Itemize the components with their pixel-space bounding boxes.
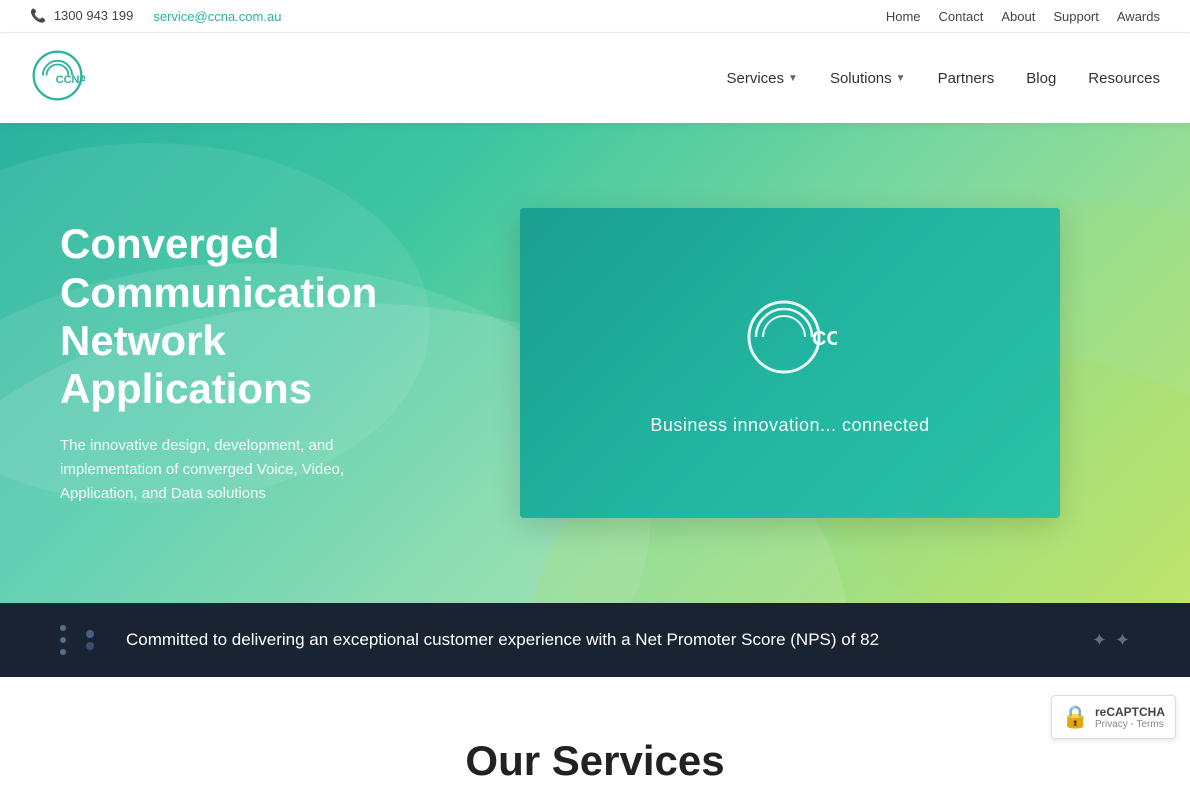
hero-card-logo: CCNA [742, 290, 837, 385]
nav-resources[interactable]: Resources [1088, 70, 1160, 87]
hero-card-tagline: Business innovation... connected [650, 415, 929, 436]
nav-blog[interactable]: Blog [1026, 70, 1056, 87]
our-services-title: Our Services [30, 737, 1160, 785]
svg-text:CCNA: CCNA [56, 74, 85, 86]
nav-home-top[interactable]: Home [886, 9, 921, 24]
nps-bar: Committed to delivering an exceptional c… [0, 603, 1190, 677]
hero-title: Converged Communication Network Applicat… [60, 220, 480, 413]
hero-content: Converged Communication Network Applicat… [0, 208, 1190, 518]
top-bar: 📞 1300 943 199 service@ccna.com.au Home … [0, 0, 1190, 33]
top-bar-right: Home Contact About Support Awards [886, 9, 1160, 24]
solutions-dropdown-icon: ▼ [896, 73, 906, 84]
nav-solutions[interactable]: Solutions ▼ [830, 70, 906, 87]
recaptcha-subtext: Privacy - Terms [1095, 719, 1165, 730]
nps-star-2: ✦ [1115, 630, 1130, 651]
nav-awards-top[interactable]: Awards [1117, 9, 1160, 24]
hero-text: Converged Communication Network Applicat… [60, 220, 480, 505]
nps-star-1: ✦ [1092, 630, 1107, 651]
nps-dot-3 [60, 649, 66, 655]
nav-about-top[interactable]: About [1001, 9, 1035, 24]
top-bar-left: 📞 1300 943 199 service@ccna.com.au [30, 8, 281, 24]
nav-partners[interactable]: Partners [938, 70, 995, 87]
our-services-section: Our Services [0, 677, 1190, 805]
nav-services[interactable]: Services ▼ [727, 70, 798, 87]
recaptcha-label: reCAPTCHA [1095, 705, 1165, 719]
recaptcha-icon: 🔒 [1062, 704, 1089, 730]
nps-dot-2 [60, 637, 66, 643]
services-dropdown-icon: ▼ [788, 73, 798, 84]
nav-contact-top[interactable]: Contact [939, 9, 984, 24]
nav-support-top[interactable]: Support [1053, 9, 1099, 24]
nav-links: Services ▼ Solutions ▼ Partners Blog Res… [727, 70, 1161, 87]
nps-decorations-right: ✦ ✦ [1092, 630, 1130, 651]
hero-subtitle: The innovative design, development, and … [60, 434, 400, 506]
nps-dots-left [60, 625, 66, 655]
nps-indicator-dot [86, 630, 94, 638]
svg-text:CCNA: CCNA [812, 328, 837, 350]
nps-indicator-dot-2 [86, 642, 94, 650]
email-link[interactable]: service@ccna.com.au [153, 9, 281, 24]
logo-area[interactable]: CCNA [30, 48, 90, 108]
nps-dot-1 [60, 625, 66, 631]
phone-number: 📞 1300 943 199 [30, 8, 133, 24]
hero-card: CCNA Business innovation... connected [520, 208, 1060, 518]
recaptcha-badge: 🔒 reCAPTCHA Privacy - Terms [1051, 695, 1176, 739]
main-nav: CCNA Services ▼ Solutions ▼ Partners Blo… [0, 33, 1190, 123]
recaptcha-text: reCAPTCHA Privacy - Terms [1095, 705, 1165, 730]
phone-icon: 📞 [30, 8, 46, 23]
logo[interactable]: CCNA [30, 48, 90, 108]
hero-section: Converged Communication Network Applicat… [0, 123, 1190, 603]
nps-bar-text: Committed to delivering an exceptional c… [126, 630, 1072, 650]
